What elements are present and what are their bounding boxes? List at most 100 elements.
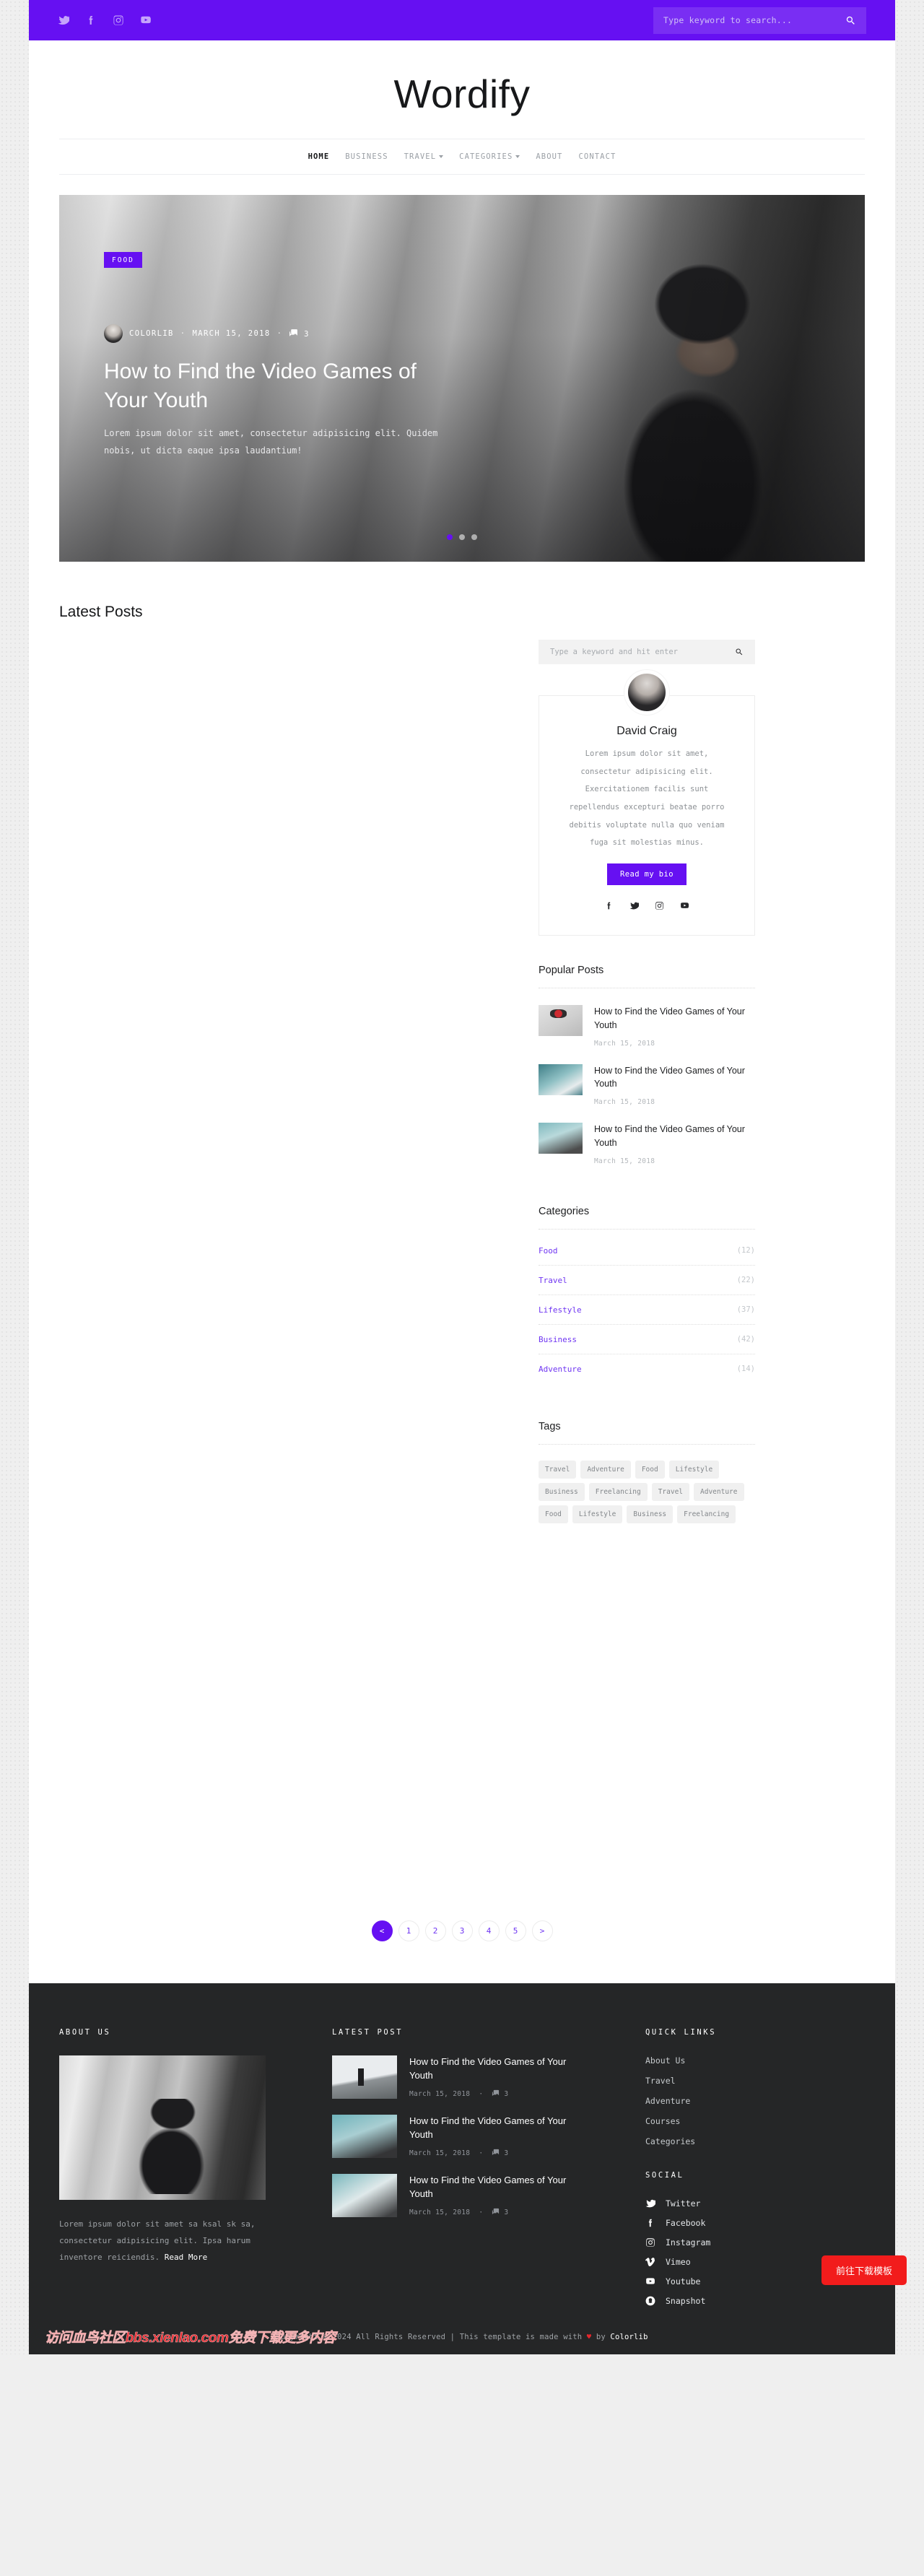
footer-post-item[interactable]: How to Find the Video Games of Your Yout… (332, 2115, 592, 2158)
pagination-page-1[interactable]: 1 (398, 1920, 419, 1941)
pagination-page-5[interactable]: 5 (505, 1920, 526, 1941)
tag-item[interactable]: Lifestyle (668, 1460, 720, 1479)
footer-social-instagram[interactable]: Instagram (645, 2237, 819, 2248)
author-youtube-link[interactable] (680, 900, 689, 913)
tag-item[interactable]: Food (539, 1505, 568, 1523)
category-item-business[interactable]: Business (42) (539, 1325, 755, 1354)
footer-link-courses[interactable]: Courses (645, 2116, 819, 2126)
meta-separator: · (180, 329, 186, 338)
youtube-icon (141, 16, 151, 24)
tag-item[interactable]: Lifestyle (572, 1505, 623, 1523)
tag-item[interactable]: Adventure (694, 1482, 744, 1501)
post-date: March 15, 2018 (409, 2208, 471, 2216)
site-brand: Wordify (29, 40, 895, 139)
nav-label: CONTACT (578, 152, 616, 161)
topbar-facebook-link[interactable] (85, 14, 97, 26)
instagram-icon (113, 15, 123, 25)
category-item-lifestyle[interactable]: Lifestyle (37) (539, 1295, 755, 1325)
hero-author[interactable]: COLORLIB (129, 329, 174, 338)
tag-item[interactable]: Freelancing (588, 1482, 648, 1501)
tag-item[interactable]: Adventure (580, 1460, 631, 1479)
footer-social-label: Facebook (666, 2218, 706, 2228)
category-label: Lifestyle (539, 1305, 582, 1315)
footer-social-facebook[interactable]: Facebook (645, 2218, 819, 2228)
pagination-page-3[interactable]: 3 (451, 1920, 473, 1941)
hero-dot-1[interactable] (447, 534, 453, 540)
footer-link-adventure[interactable]: Adventure (645, 2096, 819, 2106)
author-twitter-link[interactable] (629, 900, 641, 913)
tag-item[interactable]: Travel (651, 1482, 690, 1501)
sidebar-search[interactable] (539, 640, 755, 664)
hero-excerpt: Lorem ipsum dolor sit amet, consectetur … (104, 428, 438, 456)
widget-title: Tags (539, 1420, 561, 1432)
topbar-youtube-link[interactable] (140, 14, 152, 26)
hero-category-badge[interactable]: FOOD (104, 252, 142, 268)
read-more-link[interactable]: Read More (165, 2253, 208, 2262)
colorlib-link[interactable]: Colorlib (610, 2333, 648, 2341)
category-item-travel[interactable]: Travel (22) (539, 1266, 755, 1295)
footer-social-twitter[interactable]: Twitter (645, 2198, 819, 2209)
pagination-page-2[interactable]: 2 (424, 1920, 446, 1941)
twitter-icon (645, 2199, 655, 2208)
hero-title[interactable]: How to Find the Video Games of Your Yout… (104, 357, 450, 414)
nav-item-business[interactable]: BUSINESS (337, 149, 396, 164)
search-icon[interactable] (735, 648, 744, 656)
category-label: Adventure (539, 1364, 582, 1374)
hero-slider-dots[interactable] (447, 534, 477, 540)
post-title[interactable]: How to Find the Video Games of Your Yout… (409, 2115, 592, 2142)
nav-item-home[interactable]: HOME (300, 149, 338, 164)
footer-link-categories[interactable]: Categories (645, 2136, 819, 2146)
nav-item-about[interactable]: ABOUT (528, 149, 570, 164)
topbar-twitter-link[interactable] (58, 14, 69, 26)
search-icon[interactable] (845, 15, 856, 26)
footer-social-youtube[interactable]: Youtube (645, 2276, 819, 2286)
category-count: (12) (736, 1246, 755, 1256)
footer-social-label: Instagram (666, 2237, 711, 2248)
category-item-food[interactable]: Food (12) (539, 1236, 755, 1266)
top-bar (29, 0, 895, 40)
nav-item-categories[interactable]: CATEGORIES (451, 149, 528, 164)
nav-item-travel[interactable]: TRAVEL (396, 149, 452, 164)
author-facebook-link[interactable] (604, 900, 614, 913)
post-title[interactable]: How to Find the Video Games of Your Yout… (409, 2174, 592, 2201)
pagination-page-4[interactable]: 4 (478, 1920, 500, 1941)
tag-item[interactable]: Food (635, 1460, 665, 1479)
pagination-next[interactable]: > (531, 1920, 553, 1941)
post-thumbnail (332, 2055, 397, 2099)
topbar-search-input[interactable] (663, 15, 845, 25)
watermark-text: 访问血鸟社区bbs.xienlao.com免费下载更多内容 (45, 2331, 336, 2346)
footer-post-item[interactable]: How to Find the Video Games of Your Yout… (332, 2174, 592, 2217)
list-item[interactable]: How to Find the Video Games of Your Yout… (539, 1005, 755, 1048)
download-template-button[interactable]: 前往下载模板 (821, 2255, 907, 2285)
pagination-prev[interactable]: < (371, 1920, 393, 1941)
topbar-search[interactable] (653, 6, 866, 34)
read-my-bio-button[interactable]: Read my bio (607, 863, 687, 886)
divider (539, 1228, 755, 1230)
author-instagram-link[interactable] (655, 900, 664, 913)
post-title[interactable]: How to Find the Video Games of Your Yout… (409, 2055, 592, 2083)
post-date: March 15, 2018 (409, 2149, 471, 2157)
tag-item[interactable]: Business (627, 1505, 674, 1523)
brand-title[interactable]: Wordify (394, 71, 531, 116)
footer-link-travel[interactable]: Travel (645, 2076, 819, 2086)
popular-posts-widget: Popular Posts How to Find the Video Game… (539, 965, 755, 1165)
footer-post-item[interactable]: How to Find the Video Games of Your Yout… (332, 2055, 592, 2099)
footer-link-about-us[interactable]: About Us (645, 2055, 819, 2066)
footer-social-snapshot[interactable]: Snapshot (645, 2296, 819, 2306)
list-item[interactable]: How to Find the Video Games of Your Yout… (539, 1123, 755, 1165)
category-item-adventure[interactable]: Adventure (14) (539, 1354, 755, 1383)
hero-dot-2[interactable] (459, 534, 465, 540)
author-bio: Lorem ipsum dolor sit amet, consectetur … (569, 749, 725, 848)
footer-social-vimeo[interactable]: Vimeo (645, 2257, 819, 2267)
search-input[interactable] (550, 648, 735, 656)
nav-label: ABOUT (536, 152, 563, 161)
comment-icon (492, 2149, 500, 2155)
nav-item-contact[interactable]: CONTACT (570, 149, 624, 164)
tag-item[interactable]: Business (539, 1482, 585, 1501)
category-label: Business (539, 1334, 577, 1344)
list-item[interactable]: How to Find the Video Games of Your Yout… (539, 1063, 755, 1106)
topbar-instagram-link[interactable] (113, 14, 124, 26)
hero-dot-3[interactable] (471, 534, 477, 540)
tag-item[interactable]: Freelancing (677, 1505, 736, 1523)
tag-item[interactable]: Travel (539, 1460, 577, 1479)
